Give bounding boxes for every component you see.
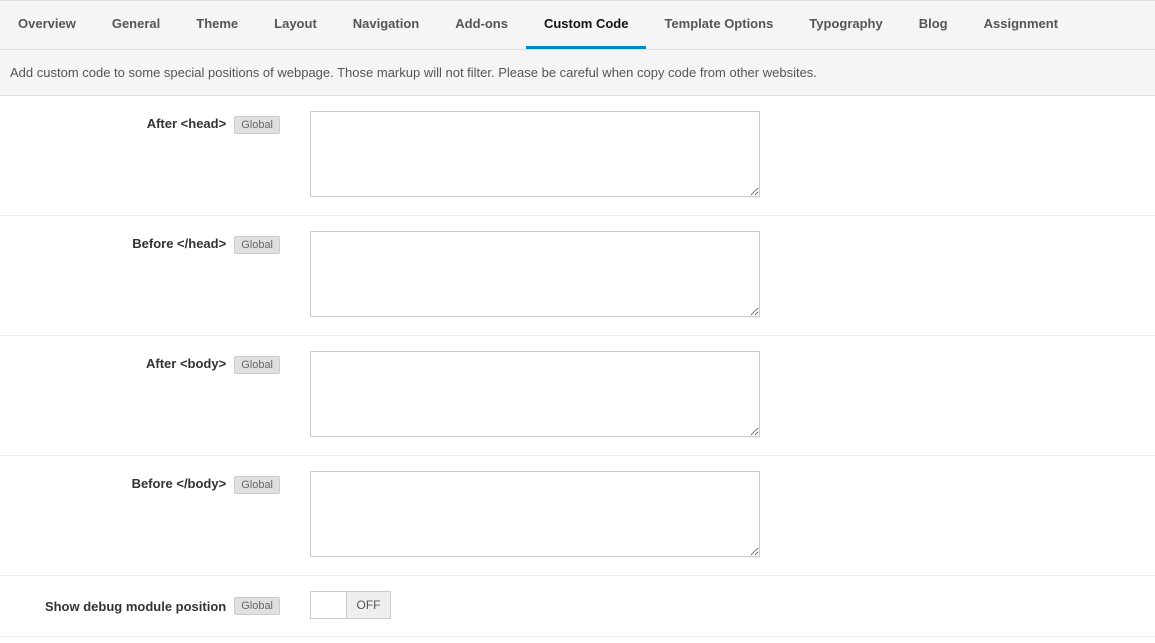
tab-theme[interactable]: Theme <box>178 1 256 49</box>
label-after-head: After <head> <box>147 116 226 131</box>
label-before-head: Before </head> <box>132 236 226 251</box>
section-description: Add custom code to some special position… <box>0 50 1155 96</box>
tab-bar: Overview General Theme Layout Navigation… <box>0 0 1155 50</box>
badge-global: Global <box>234 116 280 134</box>
badge-global: Global <box>234 236 280 254</box>
textarea-before-head[interactable] <box>310 231 760 317</box>
textarea-before-body[interactable] <box>310 471 760 557</box>
toggle-on-segment <box>311 592 346 618</box>
tab-navigation[interactable]: Navigation <box>335 1 437 49</box>
tab-custom-code[interactable]: Custom Code <box>526 1 647 49</box>
row-debug-position: Show debug module position Global OFF <box>0 576 1155 637</box>
row-before-body: Before </body> Global <box>0 456 1155 576</box>
tab-blog[interactable]: Blog <box>901 1 966 49</box>
badge-global: Global <box>234 356 280 374</box>
row-after-head: After <head> Global <box>0 96 1155 216</box>
label-before-body: Before </body> <box>132 476 227 491</box>
textarea-after-body[interactable] <box>310 351 760 437</box>
badge-global: Global <box>234 597 280 615</box>
row-after-body: After <body> Global <box>0 336 1155 456</box>
badge-global: Global <box>234 476 280 494</box>
tab-assignment[interactable]: Assignment <box>966 1 1076 49</box>
tab-overview[interactable]: Overview <box>0 1 94 49</box>
textarea-after-head[interactable] <box>310 111 760 197</box>
tab-template-options[interactable]: Template Options <box>646 1 791 49</box>
tab-typography[interactable]: Typography <box>791 1 900 49</box>
tab-layout[interactable]: Layout <box>256 1 335 49</box>
label-debug-position: Show debug module position <box>45 599 226 614</box>
tab-addons[interactable]: Add-ons <box>437 1 526 49</box>
row-before-head: Before </head> Global <box>0 216 1155 336</box>
label-after-body: After <body> <box>146 356 226 371</box>
toggle-debug-position[interactable]: OFF <box>310 591 391 619</box>
toggle-off-segment: OFF <box>346 592 390 618</box>
tab-general[interactable]: General <box>94 1 178 49</box>
